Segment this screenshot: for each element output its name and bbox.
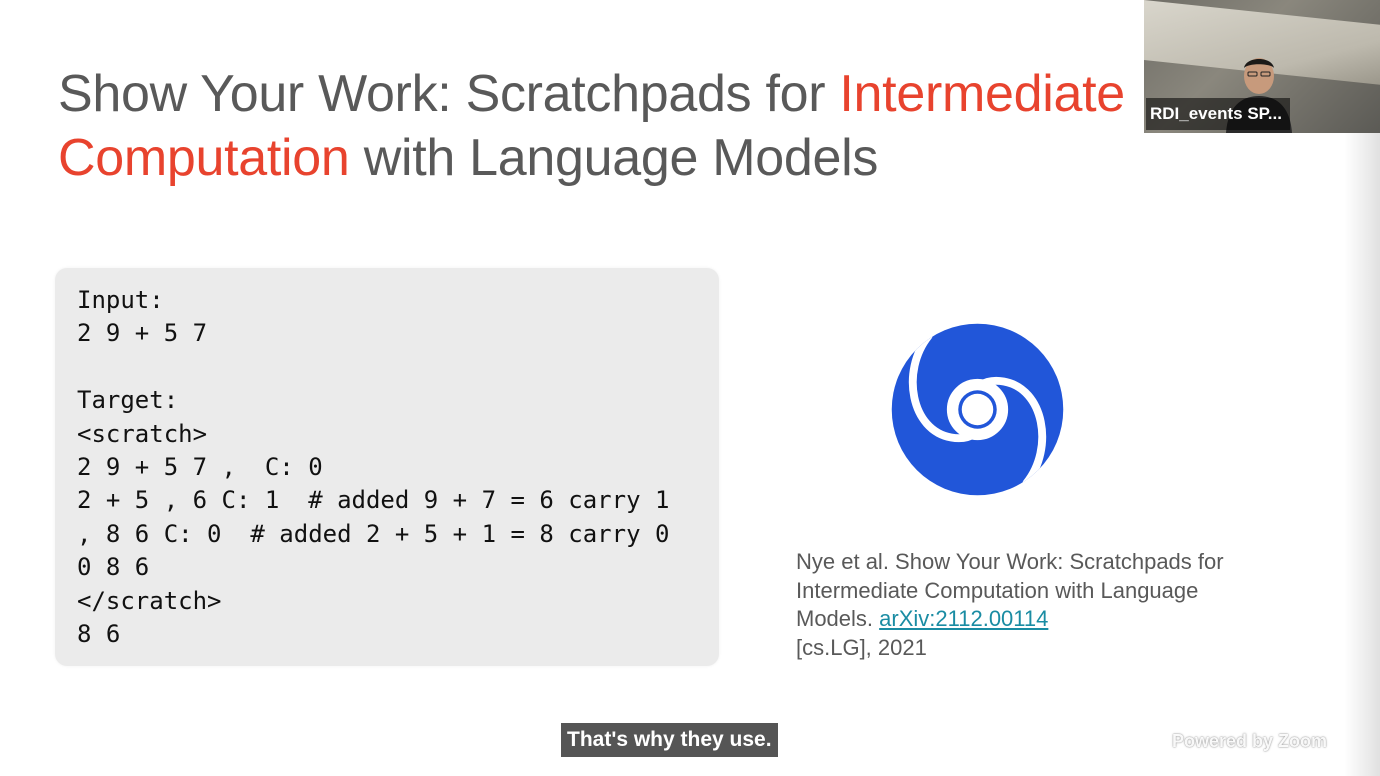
code-line: <scratch> — [77, 419, 208, 448]
code-line: , 8 6 C: 0 # added 2 + 5 + 1 = 8 carry 0 — [77, 519, 670, 548]
participant-video[interactable]: RDI_events SP... — [1144, 0, 1380, 133]
code-line: 0 8 6 — [77, 553, 150, 582]
code-block: Input: 2 9 + 5 7 Target: <scratch> 2 9 +… — [55, 268, 719, 666]
arxiv-link[interactable]: arXiv:2112.00114 — [879, 606, 1048, 631]
title-highlight-2: Computation — [58, 129, 350, 187]
slide-title: Show Your Work: Scratchpads for Intermed… — [58, 62, 1158, 190]
code-line: Input: — [77, 286, 164, 314]
closed-caption: That's why they use. — [561, 723, 778, 757]
code-line: 2 9 + 5 7 , C: 0 — [77, 453, 323, 482]
zoom-watermark: Powered by Zoom — [1172, 731, 1328, 751]
deepmind-logo-icon — [891, 323, 1064, 496]
code-line: Target: — [77, 386, 179, 415]
title-part1: Show Your Work: Scratchpads for — [58, 65, 840, 123]
code-line: 2 + 5 , 6 C: 1 # added 9 + 7 = 6 carry 1 — [77, 486, 670, 515]
code-line: 8 6 — [77, 620, 121, 649]
meeting-view: Show Your Work: Scratchpads for Intermed… — [0, 0, 1380, 776]
citation: Nye et al. Show Your Work: Scratchpads f… — [796, 548, 1236, 662]
title-part2: with Language Models — [349, 129, 879, 187]
citation-suffix: [cs.LG], 2021 — [796, 634, 927, 660]
title-highlight-1: Intermediate — [839, 65, 1125, 123]
participant-name: RDI_events SP... — [1146, 98, 1290, 130]
code-text: Input: 2 9 + 5 7 Target: <scratch> 2 9 +… — [77, 284, 669, 651]
code-line: </scratch> — [77, 586, 222, 615]
code-line: 2 9 + 5 7 — [77, 319, 208, 348]
